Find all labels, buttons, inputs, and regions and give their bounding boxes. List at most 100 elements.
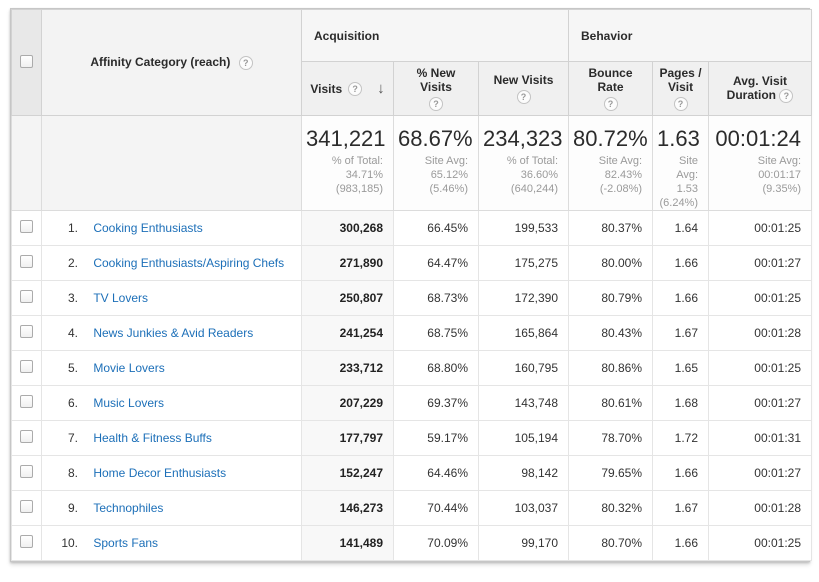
help-icon[interactable]: ? [779,89,793,103]
help-icon[interactable]: ? [674,97,688,111]
table-row: 4. News Junkies & Avid Readers 241,254 6… [12,316,812,351]
new-visits-cell: 103,037 [479,491,569,526]
category-link[interactable]: Cooking Enthusiasts/Aspiring Chefs [93,256,284,270]
pct-new-visits-cell: 69.37% [394,386,479,421]
row-checkbox[interactable] [20,360,33,373]
new-visits-cell: 143,748 [479,386,569,421]
row-checkbox-cell [12,351,42,386]
sort-descending-icon: ↓ [377,80,385,97]
column-header-pages-visit[interactable]: Pages / Visit ? [653,62,709,116]
table-row: 8. Home Decor Enthusiasts 152,247 64.46%… [12,456,812,491]
avg-duration-cell: 00:01:25 [709,351,812,386]
visits-cell: 241,254 [302,316,394,351]
select-all-checkbox[interactable] [20,55,33,68]
avg-duration-cell: 00:01:25 [709,211,812,246]
row-checkbox[interactable] [20,220,33,233]
category-link[interactable]: Cooking Enthusiasts [93,221,202,235]
affinity-report-table: Affinity Category (reach) ? Acquisition … [11,9,812,561]
row-checkbox[interactable] [20,465,33,478]
row-checkbox[interactable] [20,500,33,513]
category-link[interactable]: Technophiles [93,501,163,515]
help-icon[interactable]: ? [239,56,253,70]
pct-new-visits-cell: 64.47% [394,246,479,281]
row-rank: 5. [48,361,78,375]
row-checkbox[interactable] [20,255,33,268]
category-link[interactable]: Health & Fitness Buffs [93,431,212,445]
category-cell: 9. Technophiles [42,491,302,526]
visits-cell: 271,890 [302,246,394,281]
avg-duration-cell: 00:01:27 [709,246,812,281]
summary-checkbox-cell [12,116,42,211]
table-row: 10. Sports Fans 141,489 70.09% 99,170 80… [12,526,812,561]
pct-new-visits-cell: 68.75% [394,316,479,351]
new-visits-cell: 199,533 [479,211,569,246]
column-header-visits[interactable]: Visits ? ↓ [302,62,394,116]
bounce-rate-cell: 80.61% [569,386,653,421]
row-rank: 6. [48,396,78,410]
new-visits-cell: 160,795 [479,351,569,386]
table-row: 5. Movie Lovers 233,712 68.80% 160,795 8… [12,351,812,386]
category-cell: 4. News Junkies & Avid Readers [42,316,302,351]
select-all-header-cell [12,10,42,116]
row-checkbox[interactable] [20,325,33,338]
row-rank: 10. [48,536,78,550]
category-link[interactable]: News Junkies & Avid Readers [93,326,253,340]
pages-visit-cell: 1.64 [653,211,709,246]
help-icon[interactable]: ? [429,97,443,111]
bounce-rate-cell: 80.86% [569,351,653,386]
summary-visits: 341,221 % of Total: 34.71% (983,185) [302,116,394,211]
table-row: 7. Health & Fitness Buffs 177,797 59.17%… [12,421,812,456]
row-checkbox-cell [12,421,42,456]
category-link[interactable]: Home Decor Enthusiasts [93,466,226,480]
visits-cell: 250,807 [302,281,394,316]
table-row: 9. Technophiles 146,273 70.44% 103,037 8… [12,491,812,526]
help-icon[interactable]: ? [517,90,531,104]
category-link[interactable]: Music Lovers [93,396,164,410]
row-checkbox-cell [12,281,42,316]
column-header-bounce-rate[interactable]: Bounce Rate ? [569,62,653,116]
column-header-pct-new-visits[interactable]: % New Visits ? [394,62,479,116]
pages-visit-cell: 1.66 [653,456,709,491]
category-column-header[interactable]: Affinity Category (reach) ? [42,10,302,116]
help-icon[interactable]: ? [348,82,362,96]
summary-bounce-rate: 80.72% Site Avg: 82.43% (-2.08%) [569,116,653,211]
new-visits-cell: 99,170 [479,526,569,561]
row-checkbox-cell [12,526,42,561]
pages-visit-cell: 1.68 [653,386,709,421]
row-checkbox-cell [12,316,42,351]
row-checkbox[interactable] [20,535,33,548]
category-cell: 3. TV Lovers [42,281,302,316]
category-cell: 7. Health & Fitness Buffs [42,421,302,456]
bounce-rate-cell: 79.65% [569,456,653,491]
bounce-rate-cell: 80.00% [569,246,653,281]
new-visits-cell: 172,390 [479,281,569,316]
row-checkbox[interactable] [20,430,33,443]
column-header-avg-visit-duration[interactable]: Avg. Visit Duration ? [709,62,812,116]
row-checkbox-cell [12,211,42,246]
group-header-acquisition: Acquisition [302,10,569,62]
new-visits-cell: 165,864 [479,316,569,351]
pct-new-visits-cell: 70.44% [394,491,479,526]
category-link[interactable]: Movie Lovers [93,361,164,375]
category-cell: 1. Cooking Enthusiasts [42,211,302,246]
new-visits-cell: 105,194 [479,421,569,456]
pages-visit-cell: 1.66 [653,246,709,281]
table-row: 6. Music Lovers 207,229 69.37% 143,748 8… [12,386,812,421]
avg-duration-cell: 00:01:28 [709,491,812,526]
summary-row: 341,221 % of Total: 34.71% (983,185) 68.… [12,116,812,211]
category-link[interactable]: Sports Fans [93,536,158,550]
group-header-behavior: Behavior [569,10,812,62]
bounce-rate-cell: 80.43% [569,316,653,351]
row-checkbox[interactable] [20,395,33,408]
column-header-new-visits[interactable]: New Visits ? [479,62,569,116]
category-link[interactable]: TV Lovers [93,291,148,305]
pages-visit-cell: 1.66 [653,281,709,316]
bounce-rate-cell: 80.32% [569,491,653,526]
row-checkbox[interactable] [20,290,33,303]
bounce-rate-cell: 80.70% [569,526,653,561]
help-icon[interactable]: ? [604,97,618,111]
visits-cell: 141,489 [302,526,394,561]
pct-new-visits-cell: 68.73% [394,281,479,316]
row-rank: 4. [48,326,78,340]
category-cell: 10. Sports Fans [42,526,302,561]
